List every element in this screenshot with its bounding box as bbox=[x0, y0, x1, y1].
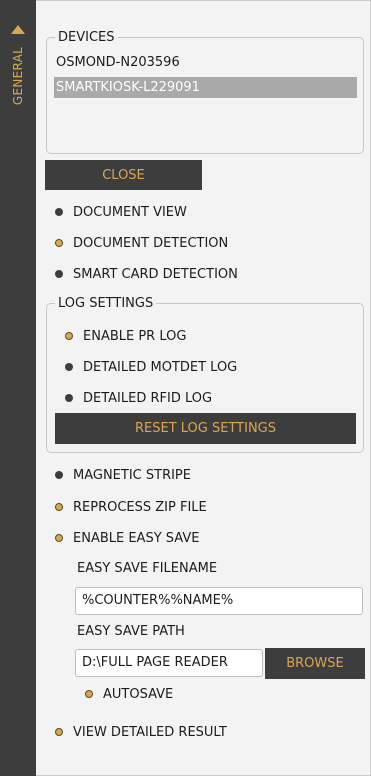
option-document-view[interactable]: DOCUMENT VIEW bbox=[55, 202, 187, 222]
reset-log-settings-button[interactable]: RESET LOG SETTINGS bbox=[55, 413, 356, 444]
easy-save-filename-label: EASY SAVE FILENAME bbox=[77, 561, 218, 576]
option-label: AUTOSAVE bbox=[103, 686, 174, 702]
collapse-arrow-icon[interactable] bbox=[11, 25, 25, 34]
option-document-detection[interactable]: DOCUMENT DETECTION bbox=[55, 233, 228, 253]
close-button[interactable]: CLOSE bbox=[45, 160, 202, 190]
close-button-label: CLOSE bbox=[102, 167, 145, 183]
device-item-smartkiosk[interactable]: SMARTKIOSK-L229091 bbox=[54, 77, 357, 98]
tab-general[interactable]: GENERAL bbox=[4, 36, 32, 116]
browse-button-label: BROWSE bbox=[286, 656, 344, 671]
easy-save-path-input[interactable]: D:\FULL PAGE READER bbox=[75, 649, 263, 677]
devices-legend: DEVICES bbox=[58, 30, 115, 45]
option-label: ENABLE EASY SAVE bbox=[73, 530, 200, 546]
device-item-label: SMARTKIOSK-L229091 bbox=[56, 80, 200, 95]
log-settings-legend: LOG SETTINGS bbox=[58, 296, 154, 311]
radio-on-icon bbox=[65, 332, 73, 340]
option-label: REPROCESS ZIP FILE bbox=[73, 499, 207, 515]
option-label: SMART CARD DETECTION bbox=[73, 266, 238, 282]
option-label: VIEW DETAILED RESULT bbox=[73, 724, 227, 740]
radio-off-icon bbox=[55, 270, 63, 278]
option-enable-easy-save[interactable]: ENABLE EASY SAVE bbox=[55, 528, 199, 548]
device-item-osmond[interactable]: OSMOND-N203596 bbox=[54, 52, 357, 73]
radio-on-icon bbox=[85, 690, 93, 698]
easy-save-filename-input[interactable]: %COUNTER%%NAME% bbox=[75, 587, 363, 615]
device-item-label: OSMOND-N203596 bbox=[56, 55, 180, 70]
option-label: DOCUMENT VIEW bbox=[73, 204, 187, 220]
option-view-detailed-result[interactable]: VIEW DETAILED RESULT bbox=[55, 722, 227, 742]
tab-general-label: GENERAL bbox=[11, 46, 26, 106]
option-label: ENABLE PR LOG bbox=[83, 328, 187, 344]
radio-on-icon bbox=[55, 239, 63, 247]
browse-button[interactable]: BROWSE bbox=[265, 648, 365, 679]
option-label: DETAILED RFID LOG bbox=[83, 390, 213, 406]
radio-on-icon bbox=[55, 503, 63, 511]
reset-log-settings-label: RESET LOG SETTINGS bbox=[134, 421, 276, 436]
option-detailed-rfid-log[interactable]: DETAILED RFID LOG bbox=[65, 388, 212, 408]
easy-save-path-label: EASY SAVE PATH bbox=[77, 624, 185, 639]
radio-off-icon bbox=[65, 394, 73, 402]
radio-on-icon bbox=[55, 728, 63, 736]
option-reprocess-zip-file[interactable]: REPROCESS ZIP FILE bbox=[55, 497, 207, 517]
option-detailed-motdet-log[interactable]: DETAILED MOTDET LOG bbox=[65, 357, 237, 377]
sidebar: GENERAL bbox=[0, 0, 36, 776]
radio-off-icon bbox=[55, 471, 63, 479]
option-label: DOCUMENT DETECTION bbox=[73, 235, 229, 251]
option-enable-pr-log[interactable]: ENABLE PR LOG bbox=[65, 326, 186, 346]
option-label: DETAILED MOTDET LOG bbox=[83, 359, 238, 375]
radio-off-icon bbox=[55, 208, 63, 216]
option-label: MAGNETIC STRIPE bbox=[73, 467, 191, 483]
option-smart-card-detection[interactable]: SMART CARD DETECTION bbox=[55, 264, 238, 284]
radio-on-icon bbox=[55, 534, 63, 542]
option-autosave[interactable]: AUTOSAVE bbox=[85, 684, 173, 704]
radio-off-icon bbox=[65, 363, 73, 371]
option-magnetic-stripe[interactable]: MAGNETIC STRIPE bbox=[55, 465, 191, 485]
